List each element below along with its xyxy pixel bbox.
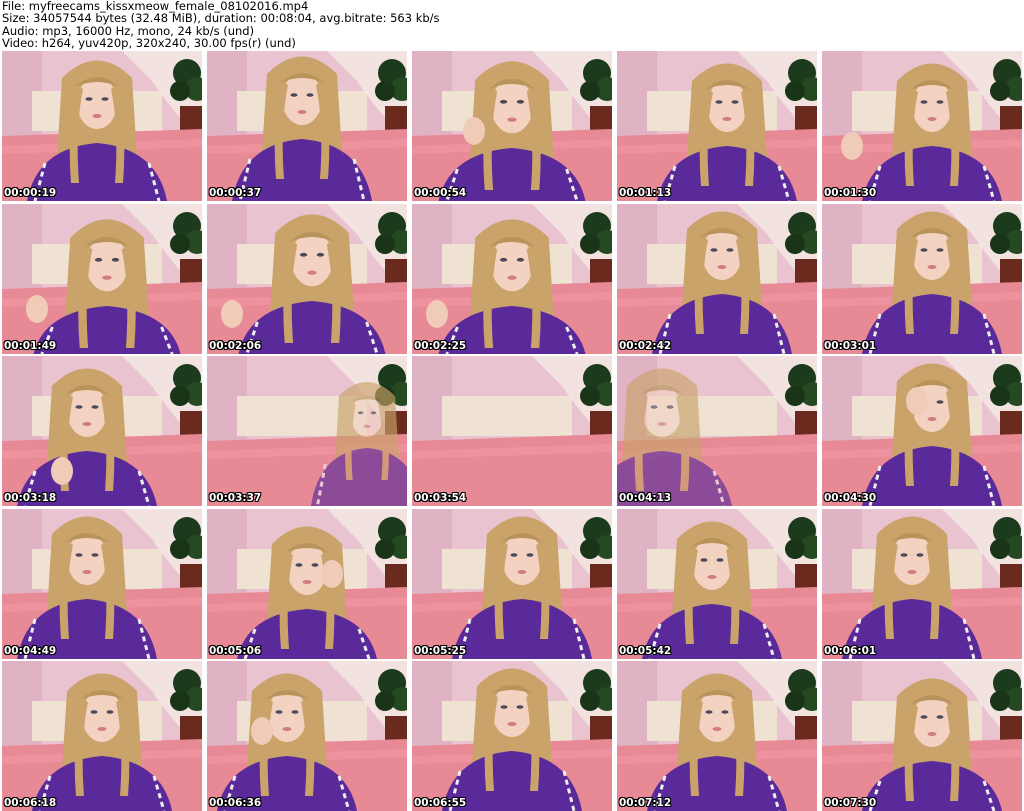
video-frame-thumbnail: 00:06:55 — [412, 661, 612, 811]
frame-image — [207, 508, 407, 659]
video-frame-thumbnail: 00:04:13 — [617, 356, 817, 506]
file-size-line: Size: 34057544 bytes (32.48 MiB), durati… — [2, 11, 440, 26]
frame-timestamp: 00:06:55 — [414, 797, 467, 809]
video-frame-thumbnail: 00:00:19 — [2, 51, 202, 201]
frame-image — [412, 661, 612, 811]
video-frame-thumbnail: 00:02:42 — [617, 203, 817, 354]
frame-image — [207, 203, 407, 354]
frame-image — [822, 51, 1022, 201]
frame-image — [412, 51, 612, 201]
frame-image — [822, 661, 1022, 811]
frame-timestamp: 00:01:30 — [824, 187, 877, 199]
frame-image — [617, 508, 817, 659]
video-frame-thumbnail: 00:00:37 — [207, 51, 407, 201]
video-frame-thumbnail: 00:03:01 — [822, 203, 1022, 354]
frame-image — [2, 51, 202, 201]
frame-timestamp: 00:05:42 — [619, 644, 672, 657]
frame-timestamp: 00:00:37 — [209, 187, 262, 199]
video-info-line: Video: h264, yuv420p, 320x240, 30.00 fps… — [2, 36, 296, 51]
video-frame-thumbnail: 00:00:54 — [412, 51, 612, 201]
video-frame-thumbnail: 00:06:36 — [207, 661, 407, 811]
video-frame-thumbnail: 00:01:30 — [822, 51, 1022, 201]
frame-timestamp: 00:00:54 — [414, 187, 467, 199]
frame-timestamp: 00:05:25 — [414, 644, 467, 657]
video-frame-thumbnail: 00:06:01 — [822, 508, 1022, 659]
frame-image — [2, 203, 202, 354]
frame-image — [207, 661, 407, 811]
frame-timestamp: 00:02:06 — [209, 339, 262, 352]
frame-timestamp: 00:03:18 — [4, 492, 57, 504]
video-frame-thumbnail: 00:01:13 — [617, 51, 817, 201]
frame-timestamp: 00:04:13 — [619, 492, 672, 504]
video-frame-thumbnail: 00:02:25 — [412, 203, 612, 354]
frame-image — [207, 356, 407, 506]
frame-timestamp: 00:04:49 — [4, 644, 57, 657]
file-info-header: File: myfreecams_kissxmeow_female_081020… — [2, 0, 1020, 50]
frame-timestamp: 00:07:30 — [824, 797, 877, 809]
frame-timestamp: 00:07:12 — [619, 797, 672, 809]
frame-image — [412, 508, 612, 659]
frame-image — [2, 508, 202, 659]
frame-timestamp: 00:02:25 — [414, 339, 467, 352]
frame-timestamp: 00:03:01 — [824, 339, 877, 352]
frame-image — [412, 203, 612, 354]
frame-timestamp: 00:00:19 — [4, 187, 57, 199]
video-frame-thumbnail: 00:03:37 — [207, 356, 407, 506]
frame-timestamp: 00:01:13 — [619, 187, 672, 199]
video-frame-thumbnail: 00:01:49 — [2, 203, 202, 354]
frame-timestamp: 00:03:37 — [209, 492, 262, 504]
thumbnail-grid: 00:00:19 00:00:37 00:00:54 00:01:13 00:01:30… — [2, 51, 1022, 811]
frame-image — [822, 508, 1022, 659]
frame-timestamp: 00:03:54 — [414, 492, 467, 504]
frame-image — [617, 203, 817, 354]
frame-image — [617, 661, 817, 811]
frame-image — [822, 203, 1022, 354]
video-frame-thumbnail: 00:07:30 — [822, 661, 1022, 811]
video-frame-thumbnail: 00:03:54 — [412, 356, 612, 506]
video-frame-thumbnail: 00:05:42 — [617, 508, 817, 659]
video-frame-thumbnail: 00:04:30 — [822, 356, 1022, 506]
video-frame-thumbnail: 00:05:06 — [207, 508, 407, 659]
video-frame-thumbnail: 00:02:06 — [207, 203, 407, 354]
video-frame-thumbnail: 00:04:49 — [2, 508, 202, 659]
video-frame-thumbnail: 00:06:18 — [2, 661, 202, 811]
video-frame-thumbnail: 00:05:25 — [412, 508, 612, 659]
frame-image — [617, 51, 817, 201]
frame-timestamp: 00:04:30 — [824, 492, 877, 504]
frame-timestamp: 00:05:06 — [209, 644, 262, 657]
frame-image — [207, 51, 407, 201]
frame-timestamp: 00:01:49 — [4, 339, 57, 352]
frame-image — [2, 356, 202, 506]
video-frame-thumbnail: 00:07:12 — [617, 661, 817, 811]
frame-timestamp: 00:06:01 — [824, 644, 877, 657]
frame-image — [2, 661, 202, 811]
frame-timestamp: 00:06:18 — [4, 797, 57, 809]
frame-timestamp: 00:06:36 — [209, 797, 262, 809]
frame-timestamp: 00:02:42 — [619, 339, 672, 352]
frame-image — [412, 356, 612, 506]
frame-image — [617, 356, 817, 506]
frame-image — [822, 356, 1022, 506]
video-frame-thumbnail: 00:03:18 — [2, 356, 202, 506]
